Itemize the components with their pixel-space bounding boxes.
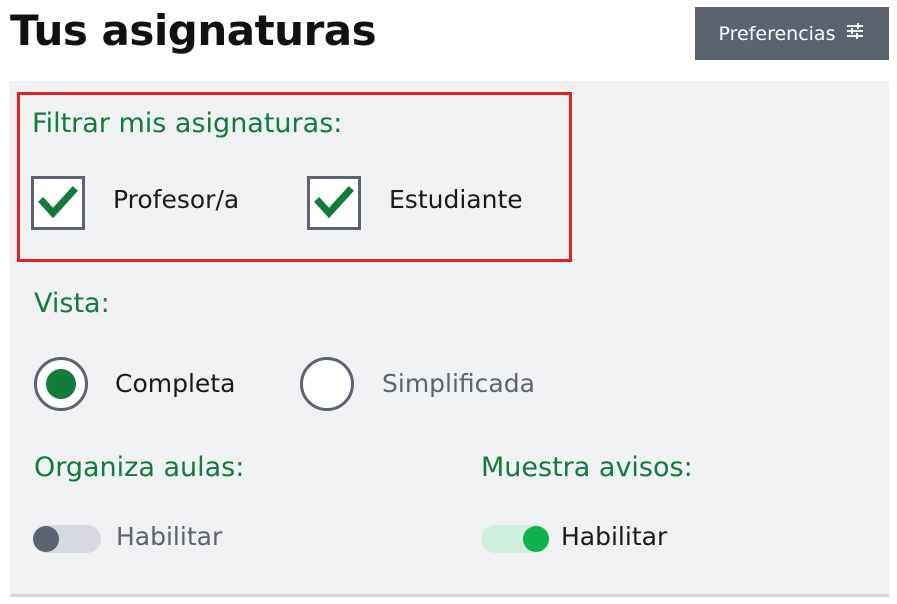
checkmark-icon (314, 186, 354, 219)
radio-completa-label: Completa (115, 369, 236, 398)
notices-toggle-label: Habilitar (561, 522, 668, 551)
organize-toggle-label: Habilitar (116, 522, 223, 551)
sliders-icon (845, 22, 865, 45)
radio-simplificada-label: Simplificada (382, 369, 535, 398)
preferences-label: Preferencias (718, 22, 836, 45)
checkmark-icon (38, 186, 78, 219)
checkbox-estudiante[interactable] (307, 176, 361, 230)
organize-toggle[interactable] (33, 525, 101, 553)
view-label: Vista: (34, 288, 110, 319)
toggle-knob (523, 526, 549, 552)
radio-simplificada[interactable] (300, 357, 354, 411)
page-title: Tus asignaturas (10, 6, 377, 55)
checkbox-estudiante-label: Estudiante (389, 185, 523, 214)
checkbox-profesor[interactable] (31, 176, 85, 230)
radio-completa[interactable] (34, 357, 88, 411)
notices-label: Muestra avisos: (481, 452, 693, 483)
organize-label: Organiza aulas: (34, 452, 245, 483)
preferences-button[interactable]: Preferencias (695, 7, 889, 60)
checkbox-profesor-label: Profesor/a (113, 185, 240, 214)
radio-selected-dot (46, 369, 76, 399)
filter-label: Filtrar mis asignaturas: (32, 108, 343, 139)
notices-toggle[interactable] (481, 525, 549, 553)
toggle-knob (33, 526, 59, 552)
